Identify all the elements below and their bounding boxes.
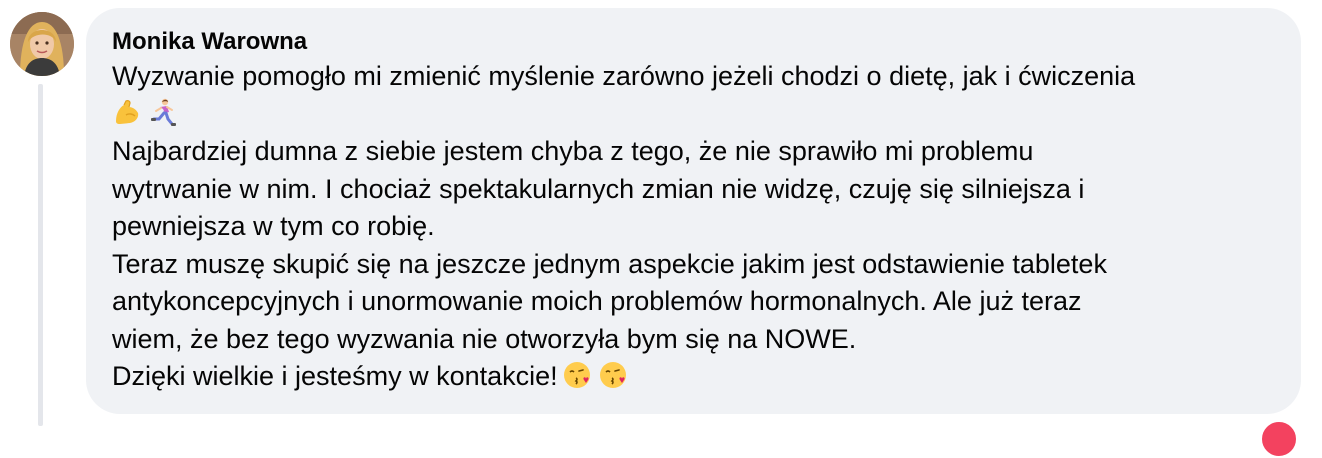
comment-bubble: Monika Warowna Wyzwanie pomogło mi zmien… [86, 8, 1301, 414]
comment-line-4: pewniejsza w tym co robię. [112, 211, 435, 241]
comment-emoji-row-1 [112, 96, 1277, 134]
comment-author[interactable]: Monika Warowna [112, 26, 1277, 58]
thread-line [38, 84, 43, 426]
avatar[interactable] [10, 12, 74, 76]
person-running-emoji [148, 97, 178, 127]
comment-line-7: wiem, że bez tego wyzwania nie otworzyła… [112, 323, 857, 354]
comment-line-2: Najbardziej dumna z siebie jestem chyba … [112, 136, 1034, 166]
flexed-biceps-emoji [112, 97, 142, 127]
comment-line-8-text: Dzięki wielkie i jesteśmy w kontakcie! [112, 361, 558, 391]
comment-line-1: Wyzwanie pomogło mi zmienić myślenie zar… [112, 61, 1136, 91]
comment-line-6: antykoncepcyjnych i unormowanie moich pr… [112, 286, 1082, 316]
comment-line-5: Teraz muszę skupić się na jeszcze jednym… [112, 248, 1107, 279]
face-blowing-kiss-emoji [598, 360, 628, 390]
comment-line-3: wytrwanie w nim. I chociaż spektakularny… [112, 173, 1085, 204]
avatar-image [10, 12, 74, 76]
face-blowing-kiss-emoji [562, 360, 592, 390]
comment-line-8: Dzięki wielkie i jesteśmy w kontakcie! [112, 358, 1277, 396]
